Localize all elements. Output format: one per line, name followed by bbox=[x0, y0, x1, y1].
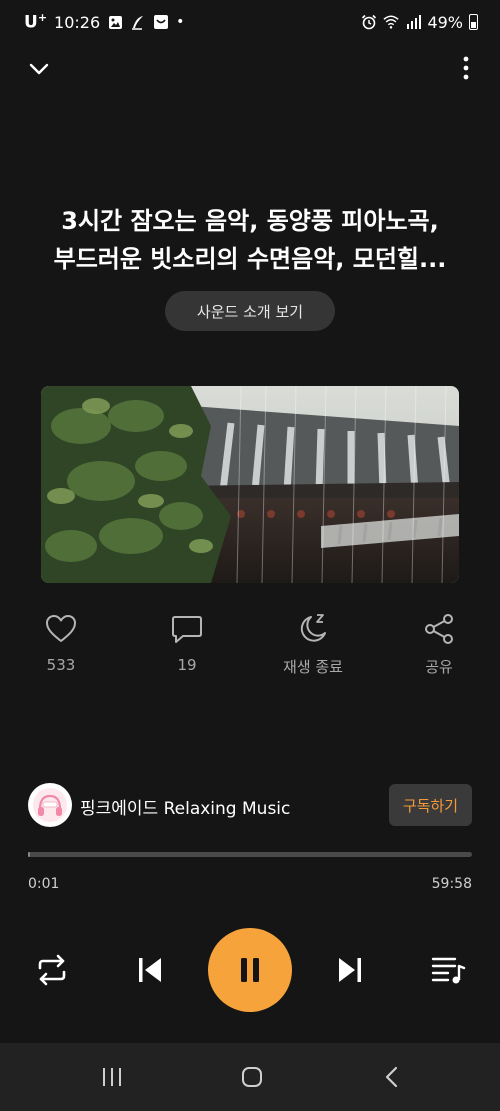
back-button[interactable] bbox=[372, 1063, 412, 1091]
like-button[interactable]: 533 bbox=[11, 612, 111, 674]
channel-row: 핑크에이드 Relaxing Music 구독하기 bbox=[28, 783, 472, 827]
player-top-bar bbox=[0, 48, 500, 88]
total-time: 59:58 bbox=[431, 876, 472, 892]
skip-next-icon bbox=[339, 958, 361, 982]
share-button[interactable]: 공유 bbox=[389, 612, 489, 677]
player-controls bbox=[0, 928, 500, 1012]
track-title: 3시간 잠오는 음악, 동양풍 피아노곡, 부드러운 빗소리의 수면음악, 모던… bbox=[30, 202, 470, 278]
heart-icon bbox=[46, 615, 76, 642]
more-notifications-dot: • bbox=[176, 14, 185, 30]
more-options-button[interactable] bbox=[458, 54, 474, 84]
repeat-button[interactable] bbox=[30, 950, 74, 990]
alarm-icon bbox=[361, 14, 377, 30]
carrier-label: U+ bbox=[24, 11, 48, 33]
playlist-button[interactable] bbox=[426, 950, 470, 990]
quill-notification-icon bbox=[130, 14, 146, 30]
channel-name[interactable]: 핑크에이드 Relaxing Music bbox=[80, 794, 290, 819]
comment-button[interactable]: 19 bbox=[137, 612, 237, 674]
comment-count: 19 bbox=[177, 656, 197, 674]
signal-icon bbox=[405, 14, 422, 30]
previous-track-button[interactable] bbox=[130, 952, 170, 988]
status-right: 49% bbox=[361, 13, 478, 32]
sleep-timer-label: 재생 종료 bbox=[283, 658, 343, 676]
repeat-icon bbox=[38, 954, 66, 986]
subscribe-button[interactable]: 구독하기 bbox=[389, 784, 472, 826]
home-icon bbox=[242, 1067, 262, 1087]
system-navigation-bar bbox=[0, 1043, 500, 1111]
share-label: 공유 bbox=[425, 658, 453, 676]
clock: 10:26 bbox=[54, 12, 101, 32]
channel-avatar[interactable] bbox=[28, 783, 72, 827]
track-title-line2: 부드러운 빗소리의 수면음악, 모던힐... bbox=[53, 245, 447, 273]
home-button[interactable] bbox=[232, 1063, 272, 1091]
battery-percent: 49% bbox=[427, 12, 463, 32]
share-icon bbox=[425, 614, 453, 644]
sleep-timer-button[interactable]: 재생 종료 bbox=[263, 612, 363, 677]
seek-bar[interactable] bbox=[28, 852, 472, 857]
skip-previous-icon bbox=[139, 958, 161, 982]
wifi-icon bbox=[383, 14, 400, 30]
shopping-notification-icon bbox=[153, 14, 169, 30]
recent-apps-button[interactable] bbox=[92, 1063, 132, 1091]
headphones-logo-icon bbox=[33, 788, 67, 822]
battery-icon bbox=[469, 14, 478, 30]
current-time: 0:01 bbox=[28, 876, 60, 892]
sound-intro-button[interactable]: 사운드 소개 보기 bbox=[165, 291, 335, 331]
pause-icon bbox=[241, 958, 259, 982]
track-title-line1: 3시간 잠오는 음악, 동양풍 피아노곡, bbox=[61, 207, 439, 235]
status-bar: U+ 10:26 • 49% bbox=[0, 0, 500, 44]
next-track-button[interactable] bbox=[330, 952, 370, 988]
more-vertical-icon bbox=[463, 56, 469, 80]
track-artwork bbox=[41, 386, 459, 583]
collapse-button[interactable] bbox=[24, 54, 54, 84]
back-chevron-icon bbox=[385, 1066, 398, 1088]
sleep-moon-icon bbox=[300, 614, 326, 642]
rainy-hanok-roof-image bbox=[41, 386, 459, 583]
like-count: 533 bbox=[46, 656, 76, 674]
seek-bar-fill bbox=[28, 852, 30, 857]
gallery-notification-icon bbox=[107, 14, 123, 30]
pause-button[interactable] bbox=[208, 928, 292, 1012]
status-left: U+ 10:26 • bbox=[24, 11, 184, 33]
comment-icon bbox=[172, 616, 202, 643]
track-actions: 533 19 재생 종료 공유 bbox=[0, 612, 500, 682]
chevron-down-icon bbox=[29, 63, 49, 75]
recent-apps-icon bbox=[103, 1068, 121, 1086]
playlist-icon bbox=[431, 957, 466, 984]
